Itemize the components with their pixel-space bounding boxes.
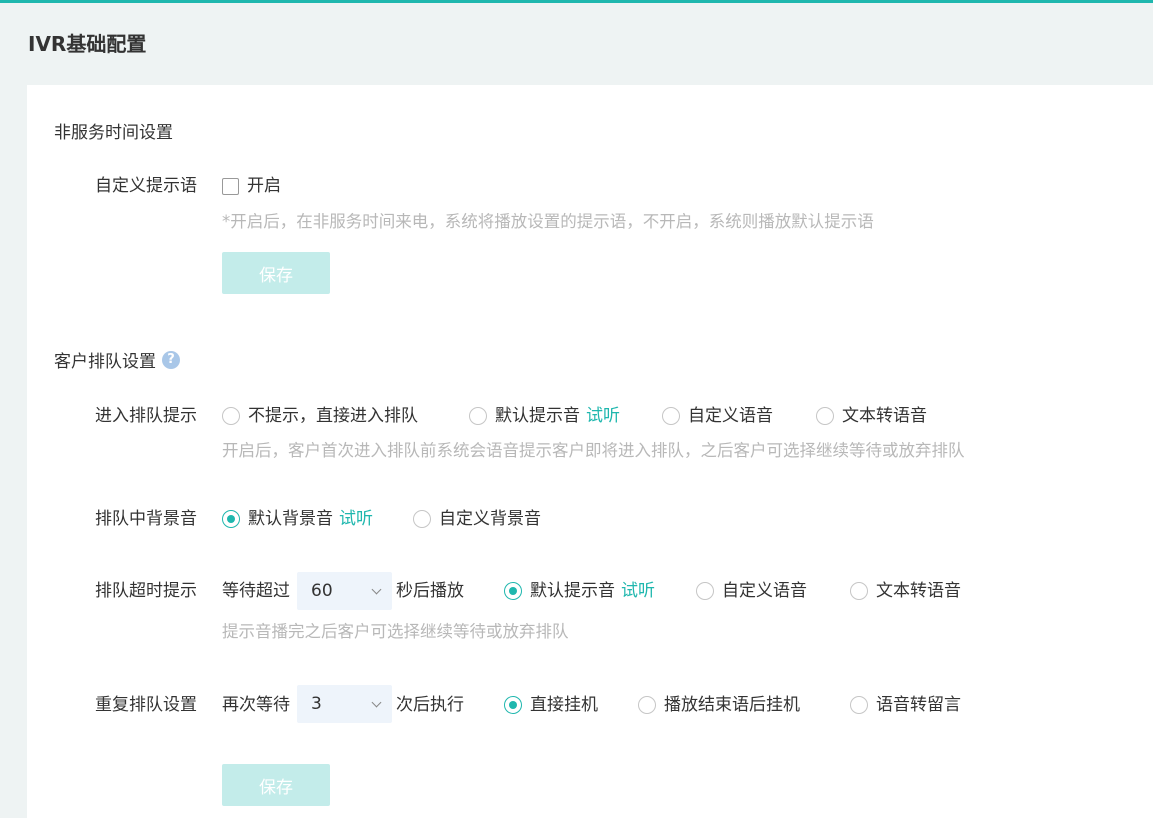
checkbox-box[interactable] [222, 177, 239, 195]
repeat-prefix: 再次等待 [222, 695, 290, 715]
listen-link[interactable]: 试听 [621, 581, 655, 601]
option-text: 自定义语音 [688, 406, 773, 426]
radio-custom[interactable] [662, 407, 680, 425]
timeout-seconds-value: 60 [311, 581, 333, 601]
repeat-count-value: 3 [311, 694, 322, 714]
option-timeout-default-wrap: 默认提示音 试听 [530, 580, 655, 602]
option-text: 默认提示音 [495, 406, 580, 426]
non-service-save-button[interactable]: 保存 [222, 252, 330, 294]
non-service-hint: *开启后，在非服务时间来电，系统将播放设置的提示语，不开启，系统则播放默认提示语 [222, 212, 874, 231]
queue-save-button[interactable]: 保存 [222, 764, 330, 806]
queue-section-title-text: 客户排队设置 [54, 352, 156, 372]
enter-prompt-label: 进入排队提示 [95, 406, 197, 426]
radio-custom-bgm[interactable] [413, 510, 431, 528]
queue-section-title: 客户排队设置? [54, 351, 180, 373]
repeat-option-voicemail[interactable]: 语音转留言 [850, 694, 961, 716]
radio-voicemail[interactable] [850, 696, 868, 714]
option-default-bgm-wrap: 默认背景音 试听 [248, 508, 373, 530]
listen-link[interactable]: 试听 [339, 509, 373, 529]
listen-link[interactable]: 试听 [586, 406, 620, 426]
enter-prompt-option-tts[interactable]: 文本转语音 [816, 405, 927, 427]
background-music-option-default[interactable]: 默认背景音 试听 [222, 508, 373, 530]
timeout-prompt-label: 排队超时提示 [95, 581, 197, 601]
timeout-suffix: 秒后播放 [396, 581, 464, 601]
option-text: 播放结束语后挂机 [664, 695, 800, 715]
timeout-option-custom[interactable]: 自定义语音 [696, 580, 807, 602]
enter-prompt-hint: 开启后，客户首次进入排队前系统会语音提示客户即将进入排队，之后客户可选择继续等待… [222, 441, 965, 460]
background-music-label: 排队中背景音 [95, 509, 197, 529]
repeat-option-farewell-hangup[interactable]: 播放结束语后挂机 [638, 694, 800, 716]
timeout-option-default[interactable]: 默认提示音 试听 [504, 580, 655, 602]
chevron-down-icon [371, 697, 382, 707]
timeout-seconds-select[interactable]: 60 [297, 572, 392, 610]
radio-farewell-hangup[interactable] [638, 696, 656, 714]
custom-prompt-label: 自定义提示语 [95, 176, 197, 196]
option-text: 默认提示音 [530, 581, 615, 601]
radio-default[interactable] [469, 407, 487, 425]
repeat-suffix: 次后执行 [396, 695, 464, 715]
option-text: 文本转语音 [876, 581, 961, 601]
help-icon[interactable]: ? [162, 351, 180, 369]
timeout-prefix: 等待超过 [222, 581, 290, 601]
radio-hangup[interactable] [504, 696, 522, 714]
option-text: 自定义背景音 [439, 509, 541, 529]
enter-prompt-option-none[interactable]: 不提示，直接进入排队 [222, 405, 418, 427]
chevron-down-icon [371, 584, 382, 594]
option-text: 自定义语音 [722, 581, 807, 601]
radio-timeout-custom[interactable] [696, 582, 714, 600]
config-panel: 非服务时间设置 自定义提示语 开启 *开启后，在非服务时间来电，系统将播放设置的… [27, 85, 1153, 818]
radio-timeout-default[interactable] [504, 582, 522, 600]
enter-prompt-option-default[interactable]: 默认提示音 试听 [469, 405, 620, 427]
repeat-option-hangup[interactable]: 直接挂机 [504, 694, 598, 716]
option-text: 直接挂机 [530, 695, 598, 715]
option-text: 不提示，直接进入排队 [248, 406, 418, 426]
radio-none[interactable] [222, 407, 240, 425]
top-accent-bar [0, 0, 1153, 3]
option-text: 语音转留言 [876, 695, 961, 715]
background-music-option-custom[interactable]: 自定义背景音 [413, 508, 541, 530]
enable-label: 开启 [247, 176, 281, 196]
non-service-section-title: 非服务时间设置 [54, 123, 173, 143]
enter-prompt-option-custom[interactable]: 自定义语音 [662, 405, 773, 427]
repeat-count-select[interactable]: 3 [297, 685, 392, 723]
page-title: IVR基础配置 [28, 32, 147, 56]
timeout-option-tts[interactable]: 文本转语音 [850, 580, 961, 602]
option-text: 默认背景音 [248, 509, 333, 529]
option-text: 文本转语音 [842, 406, 927, 426]
option-default-wrap: 默认提示音 试听 [495, 405, 620, 427]
repeat-queue-label: 重复排队设置 [95, 695, 197, 715]
timeout-hint: 提示音播完之后客户可选择继续等待或放弃排队 [222, 622, 569, 641]
radio-default-bgm[interactable] [222, 510, 240, 528]
radio-tts[interactable] [816, 407, 834, 425]
enable-custom-prompt-checkbox[interactable]: 开启 [222, 175, 281, 197]
radio-timeout-tts[interactable] [850, 582, 868, 600]
